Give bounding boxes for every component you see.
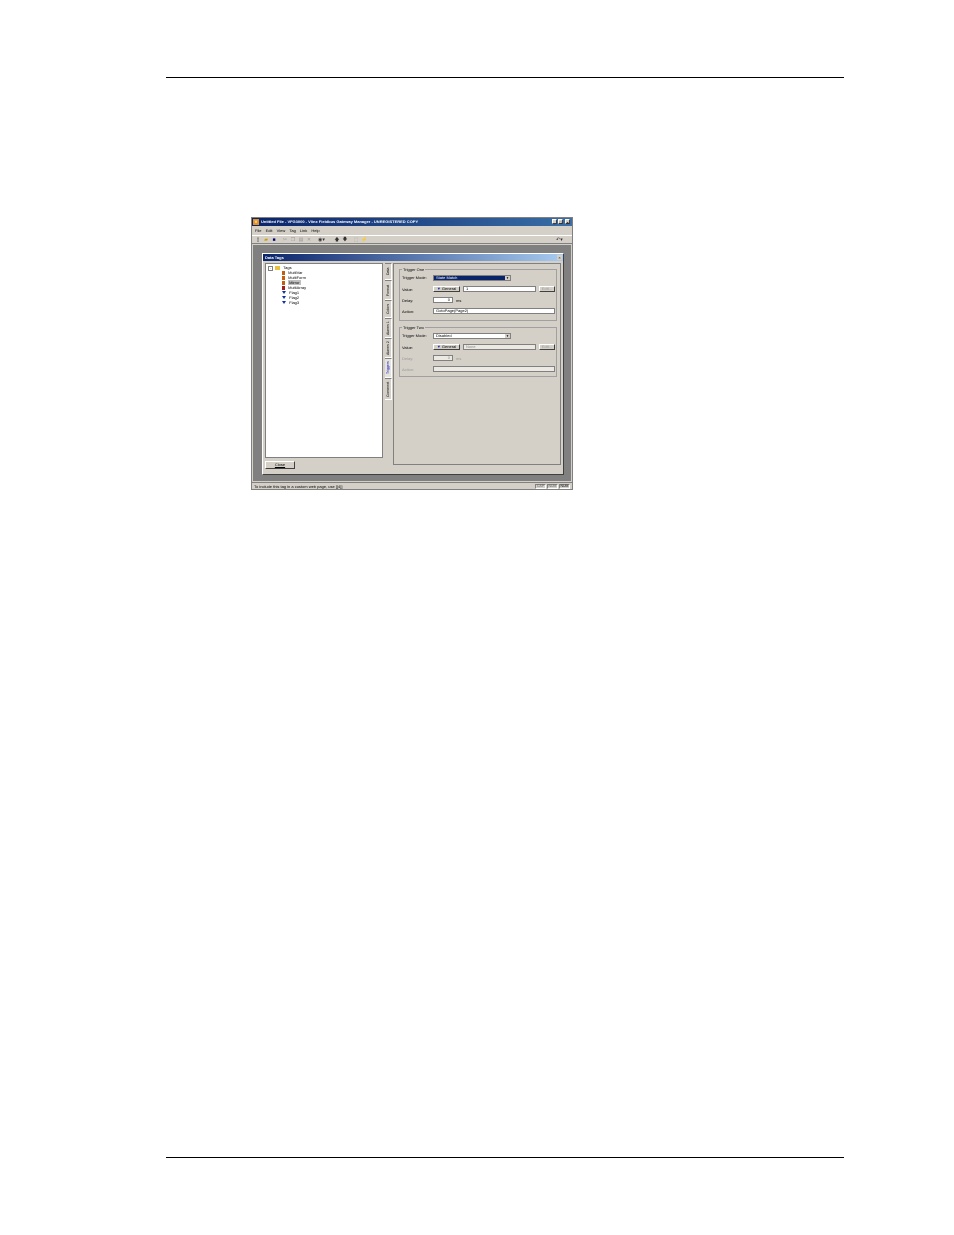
tab-format[interactable]: Format	[385, 280, 392, 300]
lightning-icon[interactable]: ⚡	[361, 237, 367, 243]
chevron-down-icon[interactable]: ▼	[505, 334, 510, 338]
trigger-one-delay-field[interactable]: 0	[433, 297, 453, 303]
cut-icon[interactable]: ✂	[282, 237, 288, 243]
trigger-one-delay-value: 0	[447, 297, 450, 302]
edit-button[interactable]: Edit...	[539, 286, 555, 292]
trigger-two-group: Trigger Two Trigger Mode: Disabled ▼ Val…	[399, 325, 557, 377]
status-cell-cap: CAP	[535, 484, 546, 489]
trigger-two-delay-value: 0	[447, 355, 450, 360]
delay-unit: ms	[456, 298, 462, 303]
paste-icon[interactable]: ▤	[298, 237, 304, 243]
window-title: Untitled File - VFG3000 - Vlinx Fieldbus…	[261, 219, 419, 224]
delay-label: Delay:	[402, 298, 414, 303]
collapse-icon[interactable]: -	[268, 266, 273, 271]
tab-alarms-1[interactable]: Alarms 1	[385, 318, 392, 338]
flag-tag-icon	[282, 296, 286, 300]
delay-label: Delay:	[402, 356, 414, 361]
tag-tree[interactable]: - Tags MultiVar MultiForm Mirror MultiAr…	[265, 263, 383, 458]
status-bar: To include this tag in a custom web page…	[252, 482, 572, 489]
menu-link[interactable]: Link	[300, 227, 307, 234]
tab-data[interactable]: Data	[385, 263, 392, 280]
tab-triggers[interactable]: Triggers	[385, 358, 392, 378]
close-button[interactable]: Close	[265, 461, 295, 469]
new-icon[interactable]: ▯	[255, 237, 261, 243]
trigger-one-action-field[interactable]: GotoPage(Page2)	[433, 308, 555, 314]
trigger-one-mode-select[interactable]: State Match ▼	[433, 275, 511, 281]
delete-icon[interactable]: ✕	[306, 237, 312, 243]
close-icon[interactable]: ×	[557, 255, 562, 260]
folder-icon	[275, 265, 281, 270]
tab-alarms-2[interactable]: Alarms 2	[385, 338, 392, 358]
toolbar: ▯ ▰ ■ ✂ ❐ ▤ ✕ ◉▾ 🡅 🡇 ⬚ ⚡ ↶▾	[252, 235, 572, 244]
chevron-down-icon: ▼	[436, 286, 441, 291]
tree-item-label: Flag3	[289, 300, 300, 305]
status-text: To include this tag in a custom web page…	[254, 484, 343, 489]
edit-button[interactable]: Edit...	[539, 344, 555, 350]
tree-item-flag3[interactable]: Flag3	[282, 300, 299, 305]
general-button[interactable]: ▼ General	[433, 286, 460, 292]
footer-rule	[166, 1157, 844, 1158]
chevron-down-icon: ▼	[436, 344, 441, 349]
copy-icon[interactable]: ❐	[290, 237, 296, 243]
down-arrow-icon[interactable]: 🡇	[342, 237, 348, 243]
up-arrow-icon[interactable]: 🡅	[334, 237, 340, 243]
status-cell-num: NUM	[547, 484, 558, 489]
mdi-workspace: Data Tags × - Tags MultiVar MultiForm Mi…	[253, 245, 571, 481]
header-rule	[166, 77, 844, 78]
menu-help[interactable]: Help	[311, 227, 319, 234]
select-icon[interactable]: ⬚	[353, 237, 359, 243]
app-icon: V	[253, 219, 259, 225]
flag-tag-icon	[282, 301, 286, 305]
general-button-label: General	[441, 344, 457, 349]
triggers-panel: Trigger One Trigger Mode: State Match ▼ …	[393, 263, 561, 465]
flag-tag-icon	[282, 291, 286, 295]
trigger-two-action-field[interactable]	[433, 366, 555, 372]
tab-comment[interactable]: Comment	[385, 378, 392, 400]
trigger-two-mode-select[interactable]: Disabled ▼	[433, 333, 511, 339]
back-icon[interactable]: ↶▾	[556, 237, 563, 243]
menu-bar: File Edit View Tag Link Help	[252, 227, 572, 234]
property-tabs: Data Format Colors Alarms 1 Alarms 2 Tri…	[384, 263, 393, 458]
minimize-button[interactable]: _	[552, 219, 557, 225]
general-button-label: General	[441, 286, 457, 291]
trigger-two-value-field[interactable]: None	[463, 344, 536, 350]
title-bar: V Untitled File - VFG3000 - Vlinx Fieldb…	[252, 218, 572, 226]
trigger-mode-label: Trigger Mode:	[402, 333, 427, 338]
close-window-button[interactable]: ×	[565, 219, 570, 225]
trigger-two-label: Trigger Two	[402, 325, 425, 330]
status-cell-num-2: NUM	[559, 484, 570, 489]
chevron-down-icon[interactable]: ▼	[505, 276, 510, 280]
delay-unit: ms	[456, 356, 462, 361]
general-button[interactable]: ▼ General	[433, 344, 460, 350]
menu-tag[interactable]: Tag	[289, 227, 295, 234]
data-tags-window: Data Tags × - Tags MultiVar MultiForm Mi…	[262, 253, 564, 475]
open-icon[interactable]: ▰	[263, 237, 269, 243]
trigger-two-mode-value: Disabled	[436, 333, 452, 338]
menu-edit[interactable]: Edit	[266, 227, 273, 234]
trigger-two-delay-field[interactable]: 0	[433, 355, 453, 361]
value-label: Value:	[402, 345, 414, 350]
value-label: Value:	[402, 287, 414, 292]
tab-colors[interactable]: Colors	[385, 300, 392, 318]
save-icon[interactable]: ■	[271, 237, 277, 243]
trigger-one-label: Trigger One	[402, 267, 426, 272]
action-label: Action:	[402, 367, 415, 372]
data-tags-title: Data Tags	[263, 254, 563, 261]
menu-file[interactable]: File	[255, 227, 261, 234]
action-label: Action:	[402, 309, 415, 314]
app-window: V Untitled File - VFG3000 - Vlinx Fieldb…	[251, 217, 573, 490]
trigger-mode-label: Trigger Mode:	[402, 275, 427, 280]
trigger-one-mode-value: State Match	[436, 275, 458, 280]
trigger-one-group: Trigger One Trigger Mode: State Match ▼ …	[399, 267, 557, 321]
maximize-button[interactable]: □	[558, 219, 563, 225]
trigger-one-value-field[interactable]: 1	[463, 286, 536, 292]
menu-view[interactable]: View	[277, 227, 286, 234]
view-icon[interactable]: ◉▾	[318, 237, 325, 243]
